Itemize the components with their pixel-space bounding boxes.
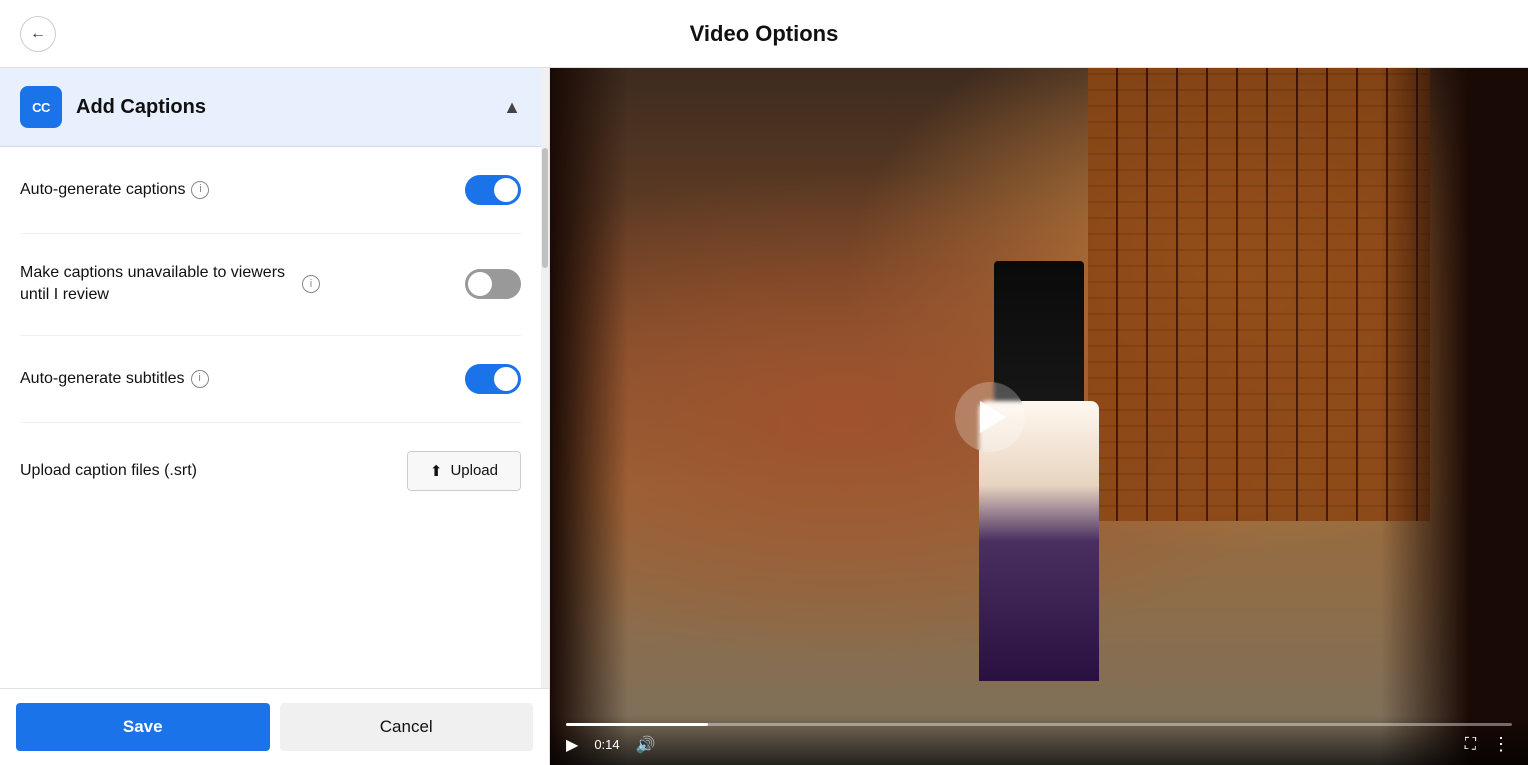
- scrollbar-thumb[interactable]: [542, 148, 548, 268]
- brick-wall: [1088, 68, 1430, 521]
- option-upload-captions: Upload caption files (.srt) ⬆ Upload: [20, 423, 521, 519]
- option-make-captions-unavailable: Make captions unavailable to viewers unt…: [20, 234, 521, 336]
- toggle-make-unavailable[interactable]: [465, 269, 521, 299]
- toggle-auto-generate-subtitles[interactable]: [465, 364, 521, 394]
- section-header-left: CC Add Captions: [20, 86, 206, 128]
- side-dark-left: [550, 68, 628, 765]
- person-silhouette: [949, 281, 1129, 681]
- time-display: 0:14: [594, 737, 619, 752]
- toggle-slider: [465, 269, 521, 299]
- progress-bar-fill: [566, 723, 708, 726]
- play-pause-button[interactable]: ▶: [566, 735, 578, 755]
- option-label: Upload caption files (.srt): [20, 460, 197, 482]
- options-list: Auto-generate captions i Make captions u…: [0, 147, 541, 519]
- option-auto-generate-captions: Auto-generate captions i: [20, 147, 521, 234]
- main-layout: CC Add Captions ▲ Auto-generate captions…: [0, 68, 1528, 765]
- fullscreen-button[interactable]: ⛶: [1465, 736, 1476, 754]
- play-button[interactable]: [955, 382, 1025, 452]
- option-label: Auto-generate captions i: [20, 179, 209, 201]
- video-container: ▶ 0:14 🔊 ⛶ ⋮: [550, 68, 1528, 765]
- scrollbar-area: CC Add Captions ▲ Auto-generate captions…: [0, 68, 549, 688]
- upload-button[interactable]: ⬆ Upload: [407, 451, 521, 491]
- progress-bar-background[interactable]: [566, 723, 1512, 726]
- collapse-button[interactable]: ▲: [503, 97, 521, 118]
- info-icon-auto-captions[interactable]: i: [191, 181, 209, 199]
- volume-button[interactable]: 🔊: [636, 735, 656, 755]
- side-dark-right: [1381, 68, 1528, 765]
- upload-label: Upload: [450, 462, 498, 479]
- header: ← Video Options: [0, 0, 1528, 68]
- save-button[interactable]: Save: [16, 703, 270, 751]
- section-header: CC Add Captions ▲: [0, 68, 541, 147]
- scrollbar-track[interactable]: [541, 68, 549, 688]
- toggle-slider: [465, 175, 521, 205]
- option-label: Auto-generate subtitles i: [20, 368, 209, 390]
- video-frame: ▶ 0:14 🔊 ⛶ ⋮: [550, 68, 1528, 765]
- play-icon: [980, 401, 1006, 433]
- panel-content: CC Add Captions ▲ Auto-generate captions…: [0, 68, 541, 688]
- toggle-auto-generate-captions[interactable]: [465, 175, 521, 205]
- cc-icon: CC: [20, 86, 62, 128]
- section-title: Add Captions: [76, 96, 206, 119]
- right-panel: ▶ 0:14 🔊 ⛶ ⋮: [550, 68, 1528, 765]
- info-icon-unavailable[interactable]: i: [302, 275, 320, 293]
- left-panel: CC Add Captions ▲ Auto-generate captions…: [0, 68, 550, 765]
- option-label: Make captions unavailable to viewers unt…: [20, 262, 320, 307]
- more-options-button[interactable]: ⋮: [1492, 734, 1512, 755]
- video-controls: ▶ 0:14 🔊 ⛶ ⋮: [550, 715, 1528, 765]
- option-auto-generate-subtitles: Auto-generate subtitles i: [20, 336, 521, 423]
- back-icon: ←: [30, 25, 46, 43]
- bottom-actions: Save Cancel: [0, 688, 549, 765]
- page-title: Video Options: [690, 21, 839, 47]
- upload-icon: ⬆: [430, 462, 443, 480]
- info-icon-subtitles[interactable]: i: [191, 370, 209, 388]
- cancel-button[interactable]: Cancel: [280, 703, 534, 751]
- toggle-slider: [465, 364, 521, 394]
- back-button[interactable]: ←: [20, 16, 56, 52]
- controls-row: ▶ 0:14 🔊 ⛶ ⋮: [566, 734, 1512, 755]
